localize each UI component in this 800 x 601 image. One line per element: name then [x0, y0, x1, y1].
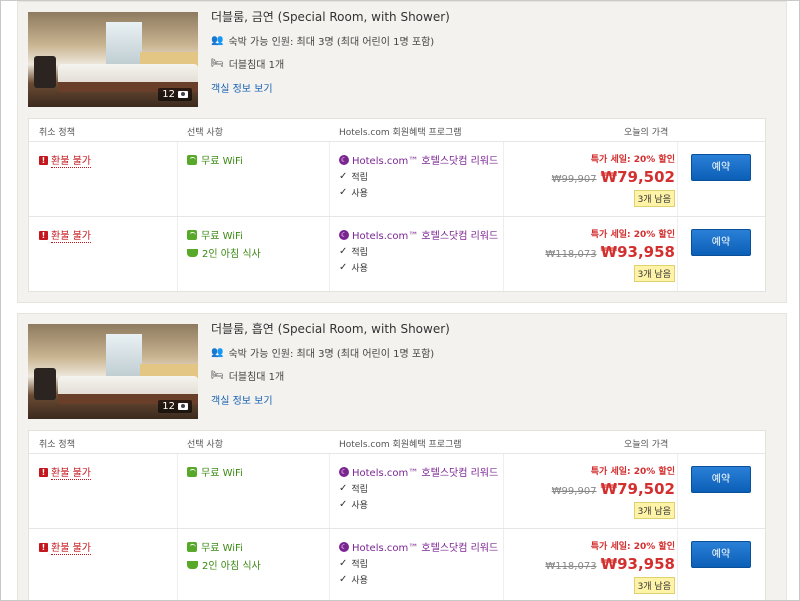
rewards-program: ☾ Hotels.com™ 호텔스닷컴 리워드 ✓ 적립 ✓ 사용: [339, 466, 499, 511]
alert-icon: !: [39, 230, 48, 240]
room-info: 더블룸, 흡연 (Special Room, with Shower) 👥 숙박…: [211, 318, 450, 407]
coffee-cup-icon: [187, 560, 198, 569]
cancellation-policy[interactable]: ! 환불 불가: [39, 464, 91, 480]
current-price: ₩93,958: [600, 555, 675, 573]
rate-row: ! 환불 불가 무료 WiFi 2인 아침 식사 ☾ Hotels.com™ 호…: [29, 529, 765, 600]
people-icon: 👥: [211, 347, 224, 358]
wifi-option: 무료 WiFi: [187, 152, 243, 167]
check-icon: ✓: [339, 187, 348, 198]
check-icon: ✓: [339, 262, 348, 273]
wifi-icon: [187, 229, 197, 240]
check-icon: ✓: [339, 499, 348, 510]
room-info: 더블룸, 금연 (Special Room, with Shower) 👥 숙박…: [211, 6, 450, 95]
rate-table-header: 취소 정책 선택 사항 Hotels.com 회원혜택 프로그램 오늘의 가격: [29, 119, 765, 142]
breakfast-option: 2인 아침 식사: [187, 557, 261, 572]
coffee-cup-icon: [187, 248, 198, 257]
sale-label: 특가 세일: 20% 할인: [590, 542, 675, 552]
room-details-link[interactable]: 객실 정보 보기: [211, 392, 450, 407]
wifi-icon: [187, 154, 197, 165]
hotels-rewards-icon: ☾: [339, 541, 349, 552]
rewards-program: ☾ Hotels.com™ 호텔스닷컴 리워드 ✓ 적립 ✓ 사용: [339, 154, 499, 199]
current-price: ₩93,958: [600, 243, 675, 261]
camera-icon: [178, 91, 188, 98]
bed-icon: 🛏: [211, 370, 224, 381]
check-icon: ✓: [339, 558, 348, 569]
current-price: ₩79,502: [600, 480, 675, 498]
original-price: ₩118,073: [545, 249, 597, 260]
book-button[interactable]: 예약: [691, 541, 751, 568]
rewards-program: ☾ Hotels.com™ 호텔스닷컴 리워드 ✓ 적립 ✓ 사용: [339, 229, 499, 274]
sale-label: 특가 세일: 20% 할인: [590, 155, 675, 165]
rate-table-header: 취소 정책 선택 사항 Hotels.com 회원혜택 프로그램 오늘의 가격: [29, 431, 765, 454]
book-button[interactable]: 예약: [691, 466, 751, 493]
rate-row: ! 환불 불가 무료 WiFi 2인 아침 식사 ☾ Hotels.com™ 호…: [29, 217, 765, 291]
price-block: 특가 세일: 20% 할인 ₩99,907 ₩79,502 3개 남음: [552, 152, 675, 207]
room-photo[interactable]: 12: [28, 324, 198, 419]
sale-label: 특가 세일: 20% 할인: [590, 230, 675, 240]
check-icon: ✓: [339, 246, 348, 257]
rooms-left-badge: 3개 남음: [633, 190, 675, 207]
cancellation-policy[interactable]: ! 환불 불가: [39, 152, 91, 168]
price-block: 특가 세일: 20% 할인 ₩118,073 ₩93,958 3개 남음: [545, 227, 675, 282]
price-block: 특가 세일: 20% 할인 ₩99,907 ₩79,502 3개 남음: [552, 464, 675, 519]
book-button[interactable]: 예약: [691, 229, 751, 256]
rate-table: 취소 정책 선택 사항 Hotels.com 회원혜택 프로그램 오늘의 가격 …: [28, 118, 766, 292]
wifi-option: 무료 WiFi: [187, 227, 243, 242]
occupancy-line: 👥 숙박 가능 인원: 최대 3명 (최대 어린이 1명 포함): [211, 347, 435, 360]
rooms-left-badge: 3개 남음: [633, 265, 675, 282]
alert-icon: !: [39, 155, 48, 165]
rooms-left-badge: 3개 남음: [633, 577, 675, 594]
room-header: 12 더블룸, 금연 (Special Room, with Shower) 👥…: [18, 2, 786, 107]
breakfast-option: 2인 아침 식사: [187, 245, 261, 260]
current-price: ₩79,502: [600, 168, 675, 186]
page-frame: 12 더블룸, 금연 (Special Room, with Shower) 👥…: [0, 0, 800, 601]
room-title: 더블룸, 흡연 (Special Room, with Shower): [211, 322, 450, 336]
book-button[interactable]: 예약: [691, 154, 751, 181]
original-price: ₩99,907: [551, 174, 597, 185]
bed-line: 🛏 더블침대 1개: [211, 370, 285, 383]
hotels-rewards-icon: ☾: [339, 466, 349, 477]
sale-label: 특가 세일: 20% 할인: [590, 467, 675, 477]
wifi-option: 무료 WiFi: [187, 464, 243, 479]
check-icon: ✓: [339, 574, 348, 585]
original-price: ₩99,907: [551, 486, 597, 497]
bed-icon: 🛏: [211, 58, 224, 69]
rate-row: ! 환불 불가 무료 WiFi ☾ Hotels.com™ 호텔스닷컴 리워드 …: [29, 454, 765, 529]
photo-count-badge[interactable]: 12: [158, 88, 192, 101]
rewards-program: ☾ Hotels.com™ 호텔스닷컴 리워드 ✓ 적립 ✓ 사용: [339, 541, 499, 586]
room-details-link[interactable]: 객실 정보 보기: [211, 80, 450, 95]
room-photo[interactable]: 12: [28, 12, 198, 107]
rooms-left-badge: 3개 남음: [633, 502, 675, 519]
rate-table: 취소 정책 선택 사항 Hotels.com 회원혜택 프로그램 오늘의 가격 …: [28, 430, 766, 600]
original-price: ₩118,073: [545, 561, 597, 572]
cancellation-policy[interactable]: ! 환불 불가: [39, 539, 91, 555]
cancellation-policy[interactable]: ! 환불 불가: [39, 227, 91, 243]
people-icon: 👥: [211, 35, 224, 46]
wifi-icon: [187, 541, 197, 552]
alert-icon: !: [39, 467, 48, 477]
room-header: 12 더블룸, 흡연 (Special Room, with Shower) 👥…: [18, 314, 786, 419]
alert-icon: !: [39, 542, 48, 552]
price-block: 특가 세일: 20% 할인 ₩118,073 ₩93,958 3개 남음: [545, 539, 675, 594]
check-icon: ✓: [339, 483, 348, 494]
bed-line: 🛏 더블침대 1개: [211, 58, 285, 71]
camera-icon: [178, 403, 188, 410]
room-title: 더블룸, 금연 (Special Room, with Shower): [211, 10, 450, 24]
hotels-rewards-icon: ☾: [339, 229, 349, 240]
occupancy-line: 👥 숙박 가능 인원: 최대 3명 (최대 어린이 1명 포함): [211, 35, 435, 48]
check-icon: ✓: [339, 171, 348, 182]
room-card: 12 더블룸, 흡연 (Special Room, with Shower) 👥…: [17, 313, 787, 600]
wifi-icon: [187, 466, 197, 477]
hotels-rewards-icon: ☾: [339, 154, 349, 165]
room-card: 12 더블룸, 금연 (Special Room, with Shower) 👥…: [17, 1, 787, 303]
photo-count-badge[interactable]: 12: [158, 400, 192, 413]
rate-row: ! 환불 불가 무료 WiFi ☾ Hotels.com™ 호텔스닷컴 리워드 …: [29, 142, 765, 217]
wifi-option: 무료 WiFi: [187, 539, 243, 554]
